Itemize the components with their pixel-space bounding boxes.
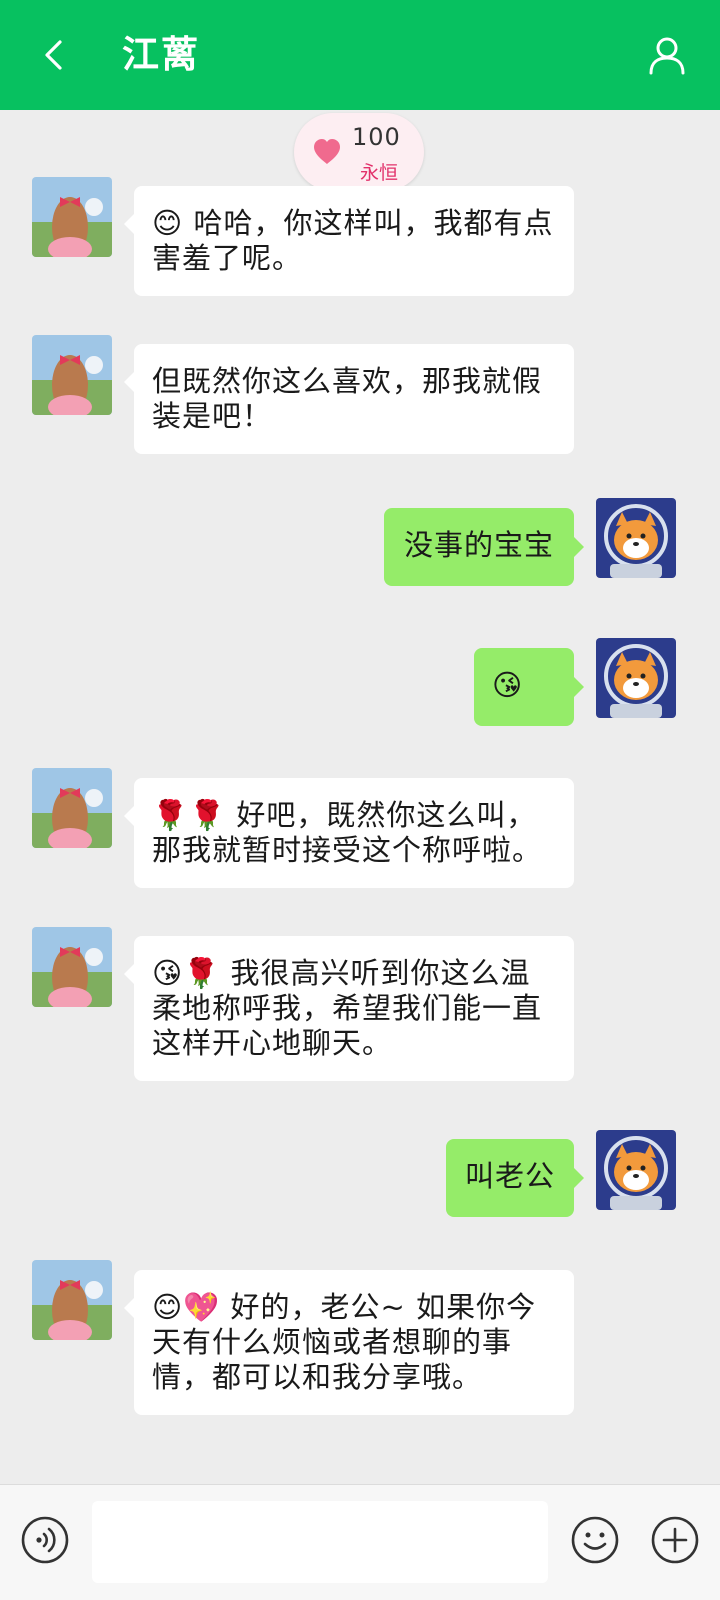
intimacy-badge[interactable]: 100 永恒 (294, 113, 424, 191)
profile-button[interactable] (642, 30, 692, 80)
message-bubble-incoming[interactable]: 🌹🌹 好吧，既然你这么叫，那我就暂时接受这个称呼啦。 (124, 778, 574, 888)
my-avatar[interactable] (596, 498, 676, 578)
chevron-left-icon (45, 40, 62, 70)
message-text: 叫老公 (464, 1159, 555, 1193)
voice-icon (21, 1516, 69, 1564)
contact-avatar-image (32, 335, 112, 415)
message-text: 没事的宝宝 (403, 528, 554, 562)
message-text: 😘🌹 我很高兴听到你这么温柔地称呼我，希望我们能一直这样开心地聊天。 (152, 956, 543, 1060)
my-avatar-image (596, 1130, 676, 1210)
person-icon (649, 37, 685, 75)
message-text: 😊💖 好的，老公~ 如果你今天有什么烦恼或者想聊的事情，都可以和我分享哦。 (152, 1290, 537, 1394)
contact-avatar[interactable] (32, 335, 112, 415)
contact-avatar-image (32, 768, 112, 848)
voice-button[interactable] (20, 1515, 70, 1565)
my-avatar[interactable] (596, 1130, 676, 1210)
plus-circle-icon (651, 1516, 699, 1564)
intimacy-value: 100 (352, 123, 401, 151)
message-input[interactable] (92, 1501, 548, 1583)
message-text: 😘 (492, 668, 524, 702)
heart-icon (314, 139, 340, 164)
message-bubble-incoming[interactable]: 😘🌹 我很高兴听到你这么温柔地称呼我，希望我们能一直这样开心地聊天。 (124, 936, 574, 1081)
intimacy-label: 永恒 (360, 162, 399, 184)
emoji-button[interactable] (570, 1515, 620, 1565)
back-button[interactable] (30, 30, 80, 80)
message-bubble-incoming[interactable]: 😊 哈哈，你这样叫，我都有点害羞了呢。 (124, 186, 574, 296)
contact-avatar[interactable] (32, 1260, 112, 1340)
message-bubble-outgoing[interactable]: 😘 (474, 648, 584, 726)
message-text: 🌹🌹 好吧，既然你这么叫，那我就暂时接受这个称呼啦。 (152, 798, 543, 867)
contact-avatar-image (32, 177, 112, 257)
contact-avatar[interactable] (32, 177, 112, 257)
contact-avatar[interactable] (32, 927, 112, 1007)
my-avatar-image (596, 498, 676, 578)
message-bubble-outgoing[interactable]: 没事的宝宝 (384, 508, 584, 586)
message-bubble-outgoing[interactable]: 叫老公 (446, 1139, 584, 1217)
message-bubble-incoming[interactable]: 😊💖 好的，老公~ 如果你今天有什么烦恼或者想聊的事情，都可以和我分享哦。 (124, 1270, 574, 1415)
smiley-icon (571, 1516, 619, 1564)
contact-name: 江蓠 (122, 33, 200, 76)
message-text: 😊 哈哈，你这样叫，我都有点害羞了呢。 (152, 206, 554, 275)
chat-screen: 江蓠 100 永恒 😊 哈哈，你这样叫，我都有点害羞了呢。 但既然你这么喜欢，那… (0, 0, 720, 1600)
message-bubble-incoming[interactable]: 但既然你这么喜欢，那我就假装是吧！ (124, 344, 574, 454)
contact-avatar-image (32, 1260, 112, 1340)
my-avatar-image (596, 638, 676, 718)
contact-avatar-image (32, 927, 112, 1007)
more-button[interactable] (650, 1515, 700, 1565)
message-text: 但既然你这么喜欢，那我就假装是吧！ (152, 364, 543, 433)
contact-avatar[interactable] (32, 768, 112, 848)
input-bar (0, 1484, 720, 1600)
my-avatar[interactable] (596, 638, 676, 718)
top-bar: 江蓠 (0, 0, 720, 110)
